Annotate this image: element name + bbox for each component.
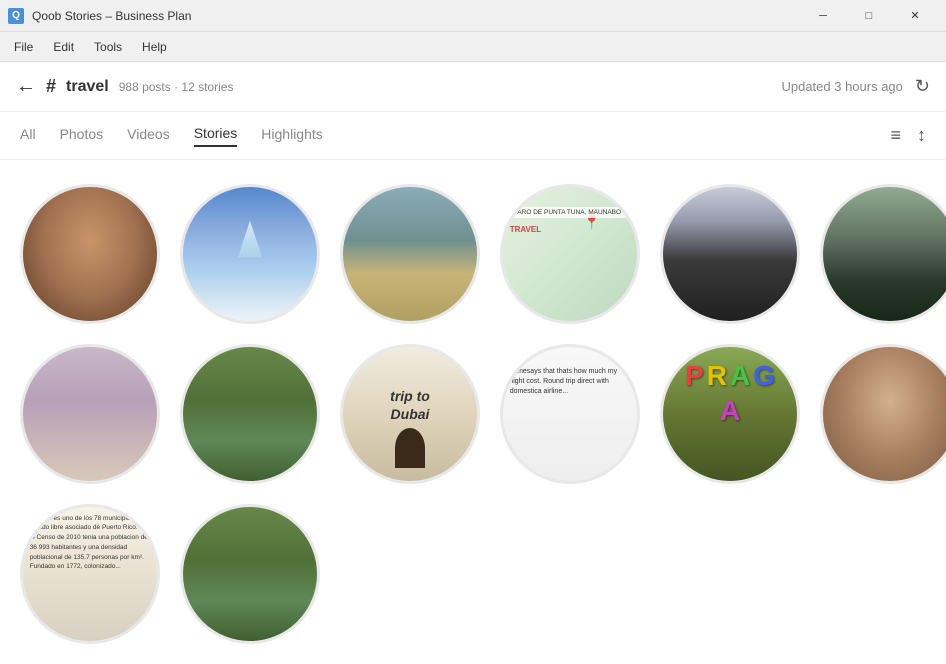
channel-meta: 988 posts · 12 stories (119, 80, 234, 94)
story-circle[interactable] (820, 344, 946, 484)
maximize-button[interactable]: □ (846, 0, 892, 32)
updated-text: Updated 3 hours ago (781, 79, 902, 94)
window-controls: ─ □ ✕ (800, 0, 938, 32)
nav-left: ← # travel 988 posts · 12 stories (16, 75, 233, 98)
tabs-left: All Photos Videos Stories Highlights (20, 125, 323, 147)
minimize-button[interactable]: ─ (800, 0, 846, 32)
refresh-button[interactable]: ↻ (915, 76, 930, 97)
tab-photos[interactable]: Photos (60, 126, 104, 146)
story-circle[interactable]: PRAGA (660, 344, 800, 484)
story-circle[interactable]: 📍FARO DE PUNTA TUNA, MAUNABOTRAVEL (500, 184, 640, 324)
menubar: File Edit Tools Help (0, 32, 946, 62)
filter-button[interactable]: ≡ (890, 125, 901, 146)
sort-button[interactable]: ↕ (917, 125, 926, 146)
story-circle[interactable] (20, 344, 160, 484)
story-circle[interactable] (180, 504, 320, 644)
tab-videos[interactable]: Videos (127, 126, 170, 146)
close-button[interactable]: ✕ (892, 0, 938, 32)
channel-name: travel (66, 78, 109, 96)
app-title: Qoob Stories – Business Plan (32, 9, 800, 23)
story-circle[interactable]: somesays that thats how much my flight c… (500, 344, 640, 484)
menu-edit[interactable]: Edit (43, 36, 84, 58)
nav-right: Updated 3 hours ago ↻ (781, 76, 930, 97)
titlebar: Q Qoob Stories – Business Plan ─ □ ✕ (0, 0, 946, 32)
tabs-right: ≡ ↕ (890, 125, 926, 146)
tab-highlights[interactable]: Highlights (261, 126, 322, 146)
story-circle[interactable]: Fajardo es uno de los 78 municipios del … (20, 504, 160, 644)
story-circle[interactable] (660, 184, 800, 324)
tab-all[interactable]: All (20, 126, 36, 146)
story-circle[interactable] (820, 184, 946, 324)
stories-grid: 📍FARO DE PUNTA TUNA, MAUNABOTRAVELtrip t… (0, 160, 946, 664)
back-button[interactable]: ← (16, 75, 36, 98)
top-navigation: ← # travel 988 posts · 12 stories Update… (0, 62, 946, 112)
filter-tabs: All Photos Videos Stories Highlights ≡ ↕ (0, 112, 946, 160)
menu-help[interactable]: Help (132, 36, 177, 58)
menu-file[interactable]: File (4, 36, 43, 58)
story-circle[interactable]: trip toDubai (340, 344, 480, 484)
story-circle[interactable] (180, 184, 320, 324)
tab-stories[interactable]: Stories (194, 125, 238, 147)
story-circle[interactable] (340, 184, 480, 324)
menu-tools[interactable]: Tools (84, 36, 132, 58)
story-circle[interactable] (20, 184, 160, 324)
hashtag-icon: # (46, 76, 56, 97)
story-circle[interactable] (180, 344, 320, 484)
app-icon: Q (8, 8, 24, 24)
